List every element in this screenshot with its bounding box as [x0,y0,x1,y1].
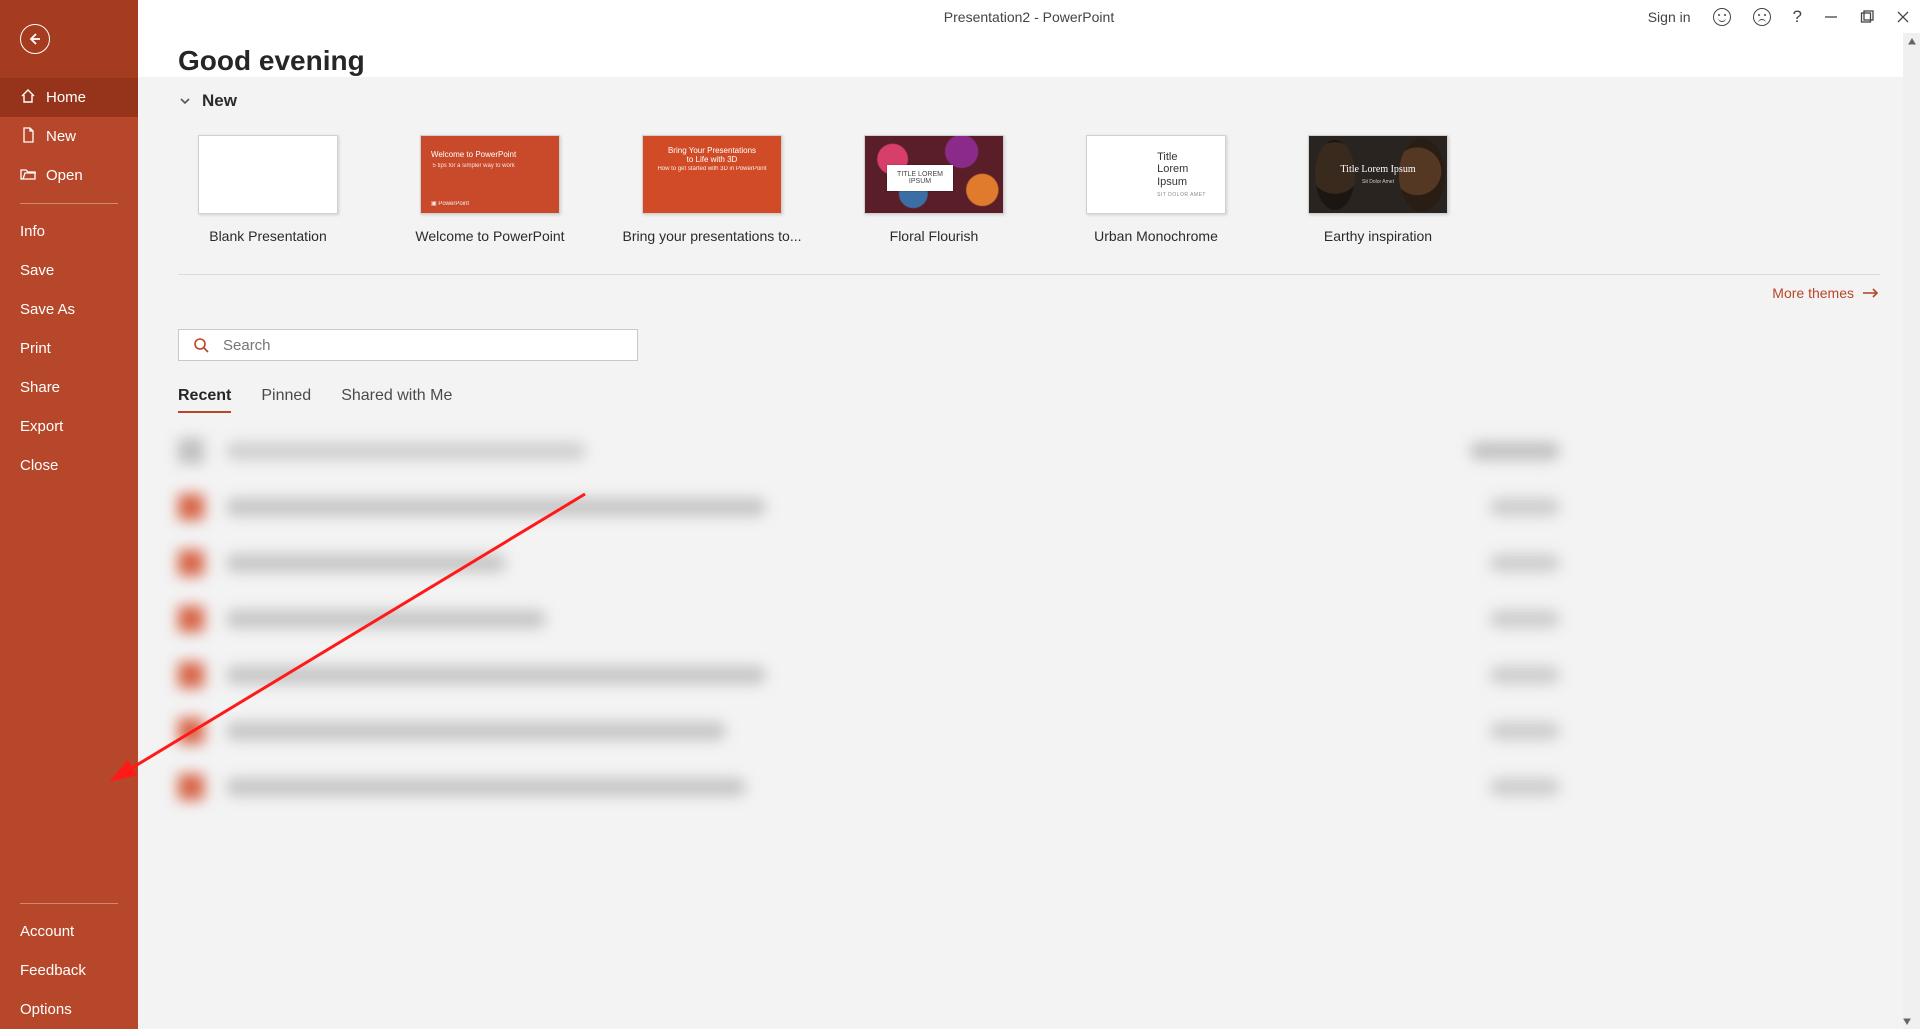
sidebar-item-new[interactable]: New [0,117,138,156]
template-orange2[interactable]: Bring Your Presentationsto Life with 3DH… [642,135,782,244]
folder-icon [20,166,36,186]
template-label: Welcome to PowerPoint [400,228,580,244]
back-button-zone[interactable] [0,0,138,78]
template-thumbnail [198,135,338,214]
template-thumbnail: Welcome to PowerPoint5 tips for a simple… [420,135,560,214]
sidebar-item-account[interactable]: Account [0,912,138,951]
home-icon [20,88,36,108]
chevron-down-icon [178,94,192,108]
maximize-icon[interactable] [1860,10,1874,24]
template-floral[interactable]: TITLE LOREMIPSUMFloral Flourish [864,135,1004,244]
sidebar-item-label: Save [20,262,54,279]
sidebar-item-label: Options [20,1001,72,1018]
page-icon [20,127,36,147]
sidebar-item-label: Feedback [20,962,86,979]
sidebar-item-options[interactable]: Options [0,990,138,1029]
template-orange1[interactable]: Welcome to PowerPoint5 tips for a simple… [420,135,560,244]
minimize-icon[interactable] [1824,10,1838,24]
backstage-sidebar: Home New Open Info Save Save As Print Share Exp… [0,0,138,1029]
back-arrow-icon [20,24,50,54]
sidebar-item-label: Save As [20,301,75,318]
sidebar-item-label: New [46,128,76,145]
sign-in-link[interactable]: Sign in [1648,9,1691,25]
recent-file-row[interactable] [178,431,1880,471]
sidebar-item-export[interactable]: Export [0,407,138,446]
sidebar-item-info[interactable]: Info [0,212,138,251]
search-icon [193,337,209,353]
template-blank[interactable]: Blank Presentation [198,135,338,244]
sidebar-item-print[interactable]: Print [0,329,138,368]
template-label: Urban Monochrome [1066,228,1246,244]
vertical-scrollbar[interactable] [1903,33,1920,1029]
close-icon[interactable] [1896,10,1910,24]
tab-recent[interactable]: Recent [178,387,231,413]
sidebar-item-label: Print [20,340,51,357]
window-title: Presentation2 - PowerPoint [944,9,1114,25]
sidebar-item-label: Share [20,379,60,396]
recent-file-row[interactable] [178,767,1880,807]
sidebar-item-label: Close [20,457,58,474]
backstage-main: Good evening New Blank PresentationWelco… [138,33,1920,1029]
sidebar-item-label: Account [20,923,74,940]
sidebar-item-home[interactable]: Home [0,78,138,117]
template-label: Earthy inspiration [1288,228,1468,244]
template-thumbnail: Bring Your Presentationsto Life with 3DH… [642,135,782,214]
new-section-header[interactable]: New [178,91,1880,111]
sidebar-item-save[interactable]: Save [0,251,138,290]
template-label: Blank Presentation [178,228,358,244]
template-earthy[interactable]: Title Lorem IpsumSit Dolor AmetEarthy in… [1308,135,1448,244]
backstage-content: New Blank Presentation Welcome to PowerPo… [138,77,1920,1029]
recent-file-row[interactable] [178,543,1880,583]
sidebar-item-share[interactable]: Share [0,368,138,407]
recent-file-row[interactable] [178,487,1880,527]
sidebar-divider [20,203,118,204]
feedback-smile-icon[interactable] [1713,8,1731,26]
sidebar-item-close[interactable]: Close [0,446,138,485]
scroll-down-icon[interactable] [1903,1012,1911,1029]
recent-tabs: Recent Pinned Shared with Me [178,387,1880,413]
window-controls: Sign in ? [1648,0,1910,33]
section-divider [178,274,1880,275]
template-thumbnail: TitleLorem IpsumSIT DOLOR AMET [1086,135,1226,214]
template-mono[interactable]: TitleLorem IpsumSIT DOLOR AMETUrban Mono… [1086,135,1226,244]
template-thumbnail: TITLE LOREMIPSUM [864,135,1004,214]
sidebar-divider [20,903,118,904]
title-bar: Presentation2 - PowerPoint Sign in ? [138,0,1920,33]
recent-file-row[interactable] [178,655,1880,695]
sidebar-item-save-as[interactable]: Save As [0,290,138,329]
recent-file-row[interactable] [178,711,1880,751]
sidebar-item-label: Info [20,223,45,240]
new-section-label: New [202,91,237,111]
more-themes-label: More themes [1772,285,1854,301]
tab-shared-with-me[interactable]: Shared with Me [341,387,452,413]
recent-file-row[interactable] [178,599,1880,639]
sidebar-item-label: Export [20,418,63,435]
arrow-right-icon [1862,287,1880,299]
sidebar-item-label: Open [46,167,83,184]
more-themes-link[interactable]: More themes [178,285,1880,301]
sidebar-item-open[interactable]: Open [0,156,138,195]
tab-pinned[interactable]: Pinned [261,387,311,413]
scroll-up-icon[interactable] [1903,33,1920,50]
sidebar-item-label: Home [46,89,86,106]
template-gallery: Blank Presentation Welcome to PowerPoint5… [178,135,1880,244]
search-input[interactable] [223,337,623,354]
sidebar-item-feedback[interactable]: Feedback [0,951,138,990]
template-label: Floral Flourish [844,228,1024,244]
recent-files-list [178,431,1880,807]
help-icon[interactable]: ? [1793,7,1802,27]
template-thumbnail: Title Lorem IpsumSit Dolor Amet [1308,135,1448,214]
template-label: Bring your presentations to... [622,228,802,244]
search-box[interactable] [178,329,638,361]
feedback-frown-icon[interactable] [1753,8,1771,26]
